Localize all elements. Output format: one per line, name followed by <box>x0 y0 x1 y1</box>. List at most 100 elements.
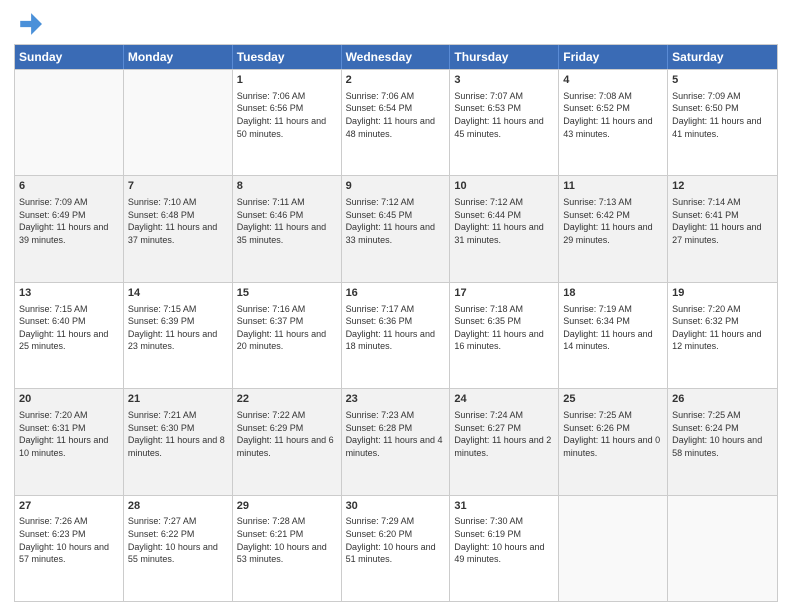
cell-text: Sunrise: 7:17 AMSunset: 6:36 PMDaylight:… <box>346 303 446 353</box>
cell-text: Sunrise: 7:09 AMSunset: 6:49 PMDaylight:… <box>19 196 119 246</box>
calendar-cell: 31Sunrise: 7:30 AMSunset: 6:19 PMDayligh… <box>450 496 559 601</box>
day-number: 10 <box>454 179 554 194</box>
cell-text: Sunrise: 7:27 AMSunset: 6:22 PMDaylight:… <box>128 515 228 565</box>
calendar-cell: 4Sunrise: 7:08 AMSunset: 6:52 PMDaylight… <box>559 70 668 175</box>
calendar-cell: 5 Sunrise: 7:09 AMSunset: 6:50 PMDaylight… <box>668 70 777 175</box>
day-number: 2 <box>346 73 446 88</box>
calendar-header-cell: Monday <box>124 45 233 69</box>
cell-text: Sunrise: 7:15 AMSunset: 6:40 PMDaylight:… <box>19 303 119 353</box>
day-number: 7 <box>128 179 228 194</box>
day-number: 22 <box>237 392 337 407</box>
cell-text: Sunrise: 7:07 AMSunset: 6:53 PMDaylight:… <box>454 90 554 140</box>
day-number: 30 <box>346 499 446 514</box>
calendar-header-cell: Tuesday <box>233 45 342 69</box>
cell-text: Sunrise: 7:22 AMSunset: 6:29 PMDaylight:… <box>237 409 337 459</box>
day-number: 8 <box>237 179 337 194</box>
day-number: 29 <box>237 499 337 514</box>
calendar-week: 1 Sunrise: 7:06 AMSunset: 6:56 PMDaylight… <box>15 69 777 175</box>
day-number: 15 <box>237 286 337 301</box>
cell-text: Sunrise: 7:11 AMSunset: 6:46 PMDaylight:… <box>237 196 337 246</box>
logo <box>14 10 46 38</box>
day-number: 14 <box>128 286 228 301</box>
calendar-cell: 28Sunrise: 7:27 AMSunset: 6:22 PMDayligh… <box>124 496 233 601</box>
calendar-cell: 27Sunrise: 7:26 AMSunset: 6:23 PMDayligh… <box>15 496 124 601</box>
cell-text: Sunrise: 7:12 AMSunset: 6:44 PMDaylight:… <box>454 196 554 246</box>
calendar: SundayMondayTuesdayWednesdayThursdayFrid… <box>14 44 778 602</box>
cell-text: Sunrise: 7:25 AMSunset: 6:26 PMDaylight:… <box>563 409 663 459</box>
calendar-cell: 21 Sunrise: 7:21 AMSunset: 6:30 PMDayligh… <box>124 389 233 494</box>
day-number: 21 <box>128 392 228 407</box>
calendar-cell: 29Sunrise: 7:28 AMSunset: 6:21 PMDayligh… <box>233 496 342 601</box>
calendar-body: 1 Sunrise: 7:06 AMSunset: 6:56 PMDaylight… <box>15 69 777 601</box>
calendar-cell: 9 Sunrise: 7:12 AMSunset: 6:45 PMDaylight… <box>342 176 451 281</box>
calendar-cell: 25Sunrise: 7:25 AMSunset: 6:26 PMDayligh… <box>559 389 668 494</box>
calendar-cell: 1 Sunrise: 7:06 AMSunset: 6:56 PMDaylight… <box>233 70 342 175</box>
calendar-cell: 10 Sunrise: 7:12 AMSunset: 6:44 PMDayligh… <box>450 176 559 281</box>
cell-text: Sunrise: 7:29 AMSunset: 6:20 PMDaylight:… <box>346 515 446 565</box>
header <box>14 10 778 38</box>
cell-text: Sunrise: 7:19 AMSunset: 6:34 PMDaylight:… <box>563 303 663 353</box>
calendar-cell: 11Sunrise: 7:13 AMSunset: 6:42 PMDayligh… <box>559 176 668 281</box>
calendar-cell: 3Sunrise: 7:07 AMSunset: 6:53 PMDaylight… <box>450 70 559 175</box>
cell-text: Sunrise: 7:09 AMSunset: 6:50 PMDaylight:… <box>672 90 773 140</box>
calendar-cell: 20 Sunrise: 7:20 AMSunset: 6:31 PMDayligh… <box>15 389 124 494</box>
day-number: 16 <box>346 286 446 301</box>
cell-text: Sunrise: 7:30 AMSunset: 6:19 PMDaylight:… <box>454 515 554 565</box>
cell-text: Sunrise: 7:06 AMSunset: 6:54 PMDaylight:… <box>346 90 446 140</box>
calendar-cell: 16 Sunrise: 7:17 AMSunset: 6:36 PMDayligh… <box>342 283 451 388</box>
day-number: 13 <box>19 286 119 301</box>
calendar-cell: 22 Sunrise: 7:22 AMSunset: 6:29 PMDayligh… <box>233 389 342 494</box>
day-number: 1 <box>237 73 337 88</box>
day-number: 31 <box>454 499 554 514</box>
calendar-cell: 30Sunrise: 7:29 AMSunset: 6:20 PMDayligh… <box>342 496 451 601</box>
cell-text: Sunrise: 7:06 AMSunset: 6:56 PMDaylight:… <box>237 90 337 140</box>
calendar-header-row: SundayMondayTuesdayWednesdayThursdayFrid… <box>15 45 777 69</box>
calendar-week: 27Sunrise: 7:26 AMSunset: 6:23 PMDayligh… <box>15 495 777 601</box>
day-number: 18 <box>563 286 663 301</box>
calendar-cell: 24Sunrise: 7:24 AMSunset: 6:27 PMDayligh… <box>450 389 559 494</box>
page: SundayMondayTuesdayWednesdayThursdayFrid… <box>0 0 792 612</box>
cell-text: Sunrise: 7:12 AMSunset: 6:45 PMDaylight:… <box>346 196 446 246</box>
cell-text: Sunrise: 7:21 AMSunset: 6:30 PMDaylight:… <box>128 409 228 459</box>
calendar-header-cell: Sunday <box>15 45 124 69</box>
calendar-cell: 17 Sunrise: 7:18 AMSunset: 6:35 PMDayligh… <box>450 283 559 388</box>
cell-text: Sunrise: 7:25 AMSunset: 6:24 PMDaylight:… <box>672 409 773 459</box>
calendar-cell: 26 Sunrise: 7:25 AMSunset: 6:24 PMDayligh… <box>668 389 777 494</box>
cell-text: Sunrise: 7:10 AMSunset: 6:48 PMDaylight:… <box>128 196 228 246</box>
calendar-cell: 8 Sunrise: 7:11 AMSunset: 6:46 PMDaylight… <box>233 176 342 281</box>
day-number: 20 <box>19 392 119 407</box>
day-number: 23 <box>346 392 446 407</box>
calendar-header-cell: Saturday <box>668 45 777 69</box>
calendar-header-cell: Friday <box>559 45 668 69</box>
cell-text: Sunrise: 7:24 AMSunset: 6:27 PMDaylight:… <box>454 409 554 459</box>
calendar-cell: 6 Sunrise: 7:09 AMSunset: 6:49 PMDaylight… <box>15 176 124 281</box>
calendar-cell <box>668 496 777 601</box>
cell-text: Sunrise: 7:26 AMSunset: 6:23 PMDaylight:… <box>19 515 119 565</box>
day-number: 6 <box>19 179 119 194</box>
cell-text: Sunrise: 7:13 AMSunset: 6:42 PMDaylight:… <box>563 196 663 246</box>
day-number: 26 <box>672 392 773 407</box>
calendar-cell <box>559 496 668 601</box>
calendar-cell: 18 Sunrise: 7:19 AMSunset: 6:34 PMDayligh… <box>559 283 668 388</box>
calendar-cell: 12Sunrise: 7:14 AMSunset: 6:41 PMDayligh… <box>668 176 777 281</box>
calendar-cell: 23 Sunrise: 7:23 AMSunset: 6:28 PMDayligh… <box>342 389 451 494</box>
day-number: 9 <box>346 179 446 194</box>
calendar-header-cell: Thursday <box>450 45 559 69</box>
day-number: 17 <box>454 286 554 301</box>
calendar-cell: 13 Sunrise: 7:15 AMSunset: 6:40 PMDayligh… <box>15 283 124 388</box>
day-number: 5 <box>672 73 773 88</box>
calendar-cell: 19 Sunrise: 7:20 AMSunset: 6:32 PMDayligh… <box>668 283 777 388</box>
day-number: 12 <box>672 179 773 194</box>
cell-text: Sunrise: 7:28 AMSunset: 6:21 PMDaylight:… <box>237 515 337 565</box>
calendar-cell <box>15 70 124 175</box>
cell-text: Sunrise: 7:20 AMSunset: 6:31 PMDaylight:… <box>19 409 119 459</box>
cell-text: Sunrise: 7:18 AMSunset: 6:35 PMDaylight:… <box>454 303 554 353</box>
day-number: 27 <box>19 499 119 514</box>
cell-text: Sunrise: 7:20 AMSunset: 6:32 PMDaylight:… <box>672 303 773 353</box>
day-number: 19 <box>672 286 773 301</box>
cell-text: Sunrise: 7:23 AMSunset: 6:28 PMDaylight:… <box>346 409 446 459</box>
calendar-cell <box>124 70 233 175</box>
calendar-cell: 7 Sunrise: 7:10 AMSunset: 6:48 PMDaylight… <box>124 176 233 281</box>
calendar-cell: 14 Sunrise: 7:15 AMSunset: 6:39 PMDayligh… <box>124 283 233 388</box>
cell-text: Sunrise: 7:15 AMSunset: 6:39 PMDaylight:… <box>128 303 228 353</box>
